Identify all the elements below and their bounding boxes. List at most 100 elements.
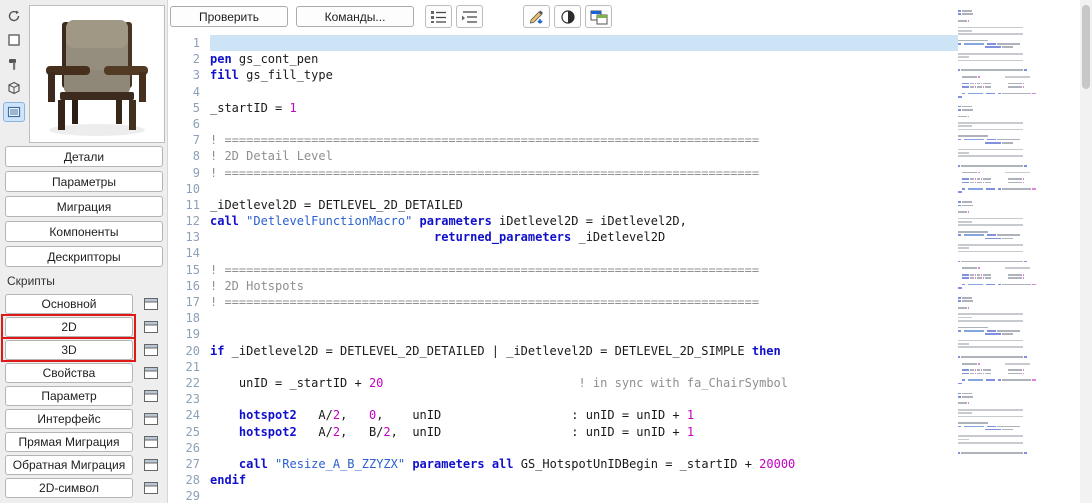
open-window-icon[interactable] — [141, 456, 161, 474]
line-number: 11 — [185, 197, 200, 212]
line-number: 21 — [185, 359, 200, 374]
line-number: 6 — [192, 116, 200, 131]
sidebar-button-3[interactable]: Миграция — [5, 196, 163, 217]
code-line[interactable]: 10 — [170, 181, 958, 197]
line-number: 5 — [192, 100, 200, 115]
script-button-item-4[interactable]: Свойства — [5, 363, 133, 383]
tool-view-icon[interactable] — [3, 54, 25, 74]
scripts-section-label: Скрипты — [7, 274, 55, 288]
code-line[interactable]: 3 fill gs_fill_type — [170, 67, 958, 83]
line-number: 3 — [192, 68, 200, 83]
code-line[interactable]: 29 — [170, 488, 958, 503]
sidebar-nav: Детали Параметры Миграция Компоненты Дескрип… — [5, 146, 163, 267]
script-button-item-6[interactable]: Интерфейс — [5, 409, 133, 429]
code-line[interactable]: 15! ====================================… — [170, 262, 958, 278]
open-window-icon[interactable] — [141, 341, 161, 359]
line-number: 26 — [185, 440, 200, 455]
open-window-icon[interactable] — [141, 410, 161, 428]
indented-list-icon[interactable] — [456, 5, 483, 28]
line-number: 19 — [185, 327, 200, 342]
script-row-6: Интерфейс — [5, 409, 165, 429]
sidebar-button-4[interactable]: Компоненты — [5, 221, 163, 242]
code-line[interactable]: 2 pen gs_cont_pen — [170, 51, 958, 67]
preview-mode-strip — [3, 6, 27, 122]
script-button-item-8[interactable]: Обратная Миграция — [5, 455, 133, 475]
contrast-icon[interactable] — [554, 5, 581, 28]
pen-arrow-icon[interactable] — [523, 5, 550, 28]
commands-button[interactable]: Команды... — [296, 6, 414, 27]
code-line[interactable]: 20 if _iDetlevel2D = DETLEVEL_2D_DETAILED… — [170, 343, 958, 359]
line-number: 28 — [185, 473, 200, 488]
code-line[interactable]: 28 endif — [170, 472, 958, 488]
code-line[interactable]: 24 hotspot2 A/2, 0, unID : unID = unID +… — [170, 407, 958, 423]
code-line[interactable]: 17! ====================================… — [170, 294, 958, 310]
line-number: 23 — [185, 392, 200, 407]
script-button-item-1[interactable]: Основной — [5, 294, 133, 314]
vertical-scrollbar[interactable] — [1080, 0, 1092, 503]
code-line[interactable]: 21 — [170, 359, 958, 375]
sidebar-button-5[interactable]: Дескрипторы — [5, 246, 163, 267]
script-row-9: 2D-символ — [5, 478, 165, 498]
code-line[interactable]: 8! 2D Detail Level — [170, 148, 958, 164]
code-editor[interactable]: 1 2 pen gs_cont_pen 3 fill gs_fill_type 4 5 _st… — [170, 31, 958, 503]
axon-view-icon[interactable] — [3, 78, 25, 98]
code-line[interactable]: 6 — [170, 116, 958, 132]
script-button-3d[interactable]: 3D — [5, 340, 133, 360]
script-list: Основной 2D 3D Свойства Параметр Интерфейс Пря… — [1, 294, 165, 498]
code-line[interactable]: 7! =====================================… — [170, 132, 958, 148]
line-number: 9 — [192, 165, 200, 180]
line-number: 17 — [185, 295, 200, 309]
code-line[interactable]: 13 returned_parameters _iDetlevel2D — [170, 229, 958, 245]
list-view-icon[interactable] — [3, 102, 25, 122]
line-number: 10 — [185, 181, 200, 196]
open-window-icon[interactable] — [141, 433, 161, 451]
code-line[interactable]: 19 — [170, 326, 958, 342]
code-line[interactable]: 22 unID = _startID + 20 ! in sync with f… — [170, 375, 958, 391]
open-window-icon[interactable] — [141, 318, 161, 336]
script-button-2d[interactable]: 2D — [5, 317, 133, 337]
code-line[interactable]: 26 — [170, 440, 958, 456]
code-line[interactable]: 1 — [170, 35, 958, 52]
object-preview[interactable] — [29, 5, 165, 143]
code-line[interactable]: 23 — [170, 391, 958, 407]
script-row-7: Прямая Миграция — [5, 432, 165, 452]
sidebar-button-1[interactable]: Детали — [5, 146, 163, 167]
sidebar-button-2[interactable]: Параметры — [5, 171, 163, 192]
sidebar: Детали Параметры Миграция Компоненты Дескрип… — [0, 0, 168, 503]
line-number: 24 — [185, 408, 200, 423]
script-button-item-7[interactable]: Прямая Миграция — [5, 432, 133, 452]
code-area: 1 2 pen gs_cont_pen 3 fill gs_fill_type 4 5 _st… — [170, 35, 958, 503]
open-window-icon[interactable] — [141, 364, 161, 382]
line-number: 20 — [185, 343, 200, 358]
window-split-icon[interactable] — [585, 5, 612, 28]
numbered-list-icon[interactable] — [425, 5, 452, 28]
code-line[interactable]: 27 call "Resize_A_B_ZZYZX" parameters al… — [170, 456, 958, 472]
open-window-icon[interactable] — [141, 479, 161, 497]
script-row-5: Параметр — [5, 386, 165, 406]
code-line[interactable]: 25 hotspot2 A/2, B/2, unID : unID = unID… — [170, 424, 958, 440]
script-row-3: 3D — [1, 337, 165, 362]
script-button-item-5[interactable]: Параметр — [5, 386, 133, 406]
plan-view-icon[interactable] — [3, 30, 25, 50]
line-number: 2 — [192, 52, 200, 67]
code-line[interactable]: 5 _startID = 1 — [170, 100, 958, 116]
code-line[interactable]: 18 — [170, 310, 958, 326]
code-line[interactable]: 9! =====================================… — [170, 165, 958, 181]
code-line[interactable]: 12 call "DetlevelFunctionMacro" parameter… — [170, 213, 958, 229]
line-number: 29 — [185, 489, 200, 503]
line-number: 22 — [185, 375, 200, 390]
code-line[interactable]: 11 _iDetlevel2D = DETLEVEL_2D_DETAILED — [170, 197, 958, 213]
check-script-button[interactable]: Проверить — [170, 6, 288, 27]
open-window-icon[interactable] — [141, 295, 161, 313]
script-button-item-9[interactable]: 2D-символ — [5, 478, 133, 498]
rotate-view-icon[interactable] — [3, 6, 25, 26]
code-line[interactable]: 16! 2D Hotspots — [170, 278, 958, 294]
open-window-icon[interactable] — [141, 387, 161, 405]
toolbar: Проверить Команды... — [170, 0, 1092, 31]
code-line[interactable]: 14 — [170, 245, 958, 261]
line-number: 13 — [185, 230, 200, 245]
minimap[interactable] — [958, 6, 1054, 458]
scrollbar-thumb[interactable] — [1082, 5, 1090, 89]
code-line[interactable]: 4 — [170, 84, 958, 100]
script-row-8: Обратная Миграция — [5, 455, 165, 475]
